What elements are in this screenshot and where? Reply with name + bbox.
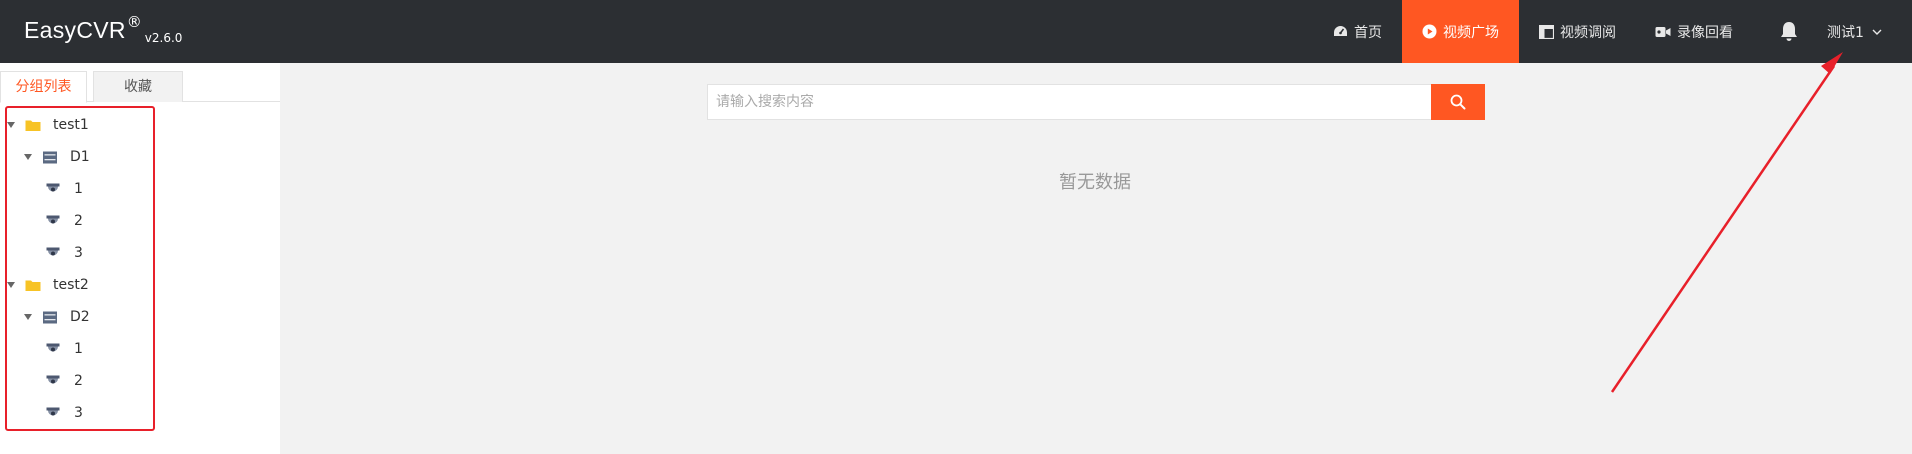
tree-device-node[interactable]: D2 [24, 301, 90, 333]
tree-group-label: test2 [53, 277, 89, 293]
server-icon [43, 151, 57, 163]
tree-device-label: D2 [70, 309, 90, 325]
app-version: v2.6.0 [144, 31, 183, 45]
tree-channel-label: 3 [74, 245, 83, 261]
dome-camera-icon [46, 215, 60, 224]
annotation-arrow [1610, 52, 1843, 393]
nav-video-call[interactable]: 视频调阅 [1539, 0, 1624, 63]
nav-home-label: 首页 [1354, 24, 1382, 41]
tree-channel-label: 3 [74, 405, 83, 421]
nav-home[interactable]: 首页 [1333, 0, 1388, 63]
app-name: EasyCVR [24, 17, 126, 43]
tree-channel-node[interactable]: 3 [46, 397, 83, 429]
dome-camera-icon [46, 375, 60, 384]
tab-favorites[interactable]: 收藏 [93, 71, 183, 102]
user-name: 测试1 [1827, 24, 1864, 41]
search-icon [1450, 94, 1466, 110]
folder-icon [25, 120, 41, 131]
tree-channel-node[interactable]: 2 [46, 365, 83, 397]
tree-channel-label: 1 [74, 181, 83, 197]
dome-camera-icon [46, 183, 60, 192]
dome-camera-icon [46, 407, 60, 416]
tree-channel-node[interactable]: 3 [46, 237, 83, 269]
folder-icon [25, 280, 41, 291]
nav-video-call-label: 视频调阅 [1560, 24, 1616, 41]
tree-channel-label: 2 [74, 373, 83, 389]
caret-down-icon[interactable] [7, 282, 15, 288]
user-menu[interactable]: 测试1 [1827, 0, 1882, 63]
empty-state-text: 暂无数据 [1059, 172, 1131, 193]
nav-video-square-label: 视频广场 [1443, 24, 1499, 41]
search-button[interactable] [1431, 84, 1485, 120]
tree-group-node[interactable]: test2 [7, 269, 89, 301]
caret-down-icon[interactable] [24, 154, 32, 160]
dome-camera-icon [46, 343, 60, 352]
layout-icon [1539, 24, 1554, 39]
tree-channel-node[interactable]: 1 [46, 333, 83, 365]
tree-channel-node[interactable]: 1 [46, 173, 83, 205]
nav-playback[interactable]: 录像回看 [1655, 0, 1740, 63]
bell-icon[interactable] [1780, 21, 1798, 42]
dashboard-icon [1334, 26, 1347, 36]
tab-group-list[interactable]: 分组列表 [0, 71, 87, 103]
chevron-down-icon [1872, 29, 1882, 35]
caret-down-icon[interactable] [24, 314, 32, 320]
top-header: EasyCVR ® v2.6.0 首页 视频广场 视频调阅 录像回看 测试1 [0, 0, 1912, 63]
search-input[interactable] [707, 84, 1432, 120]
sidebar-tabs: 分组列表 收藏 [0, 67, 280, 103]
tree-group-node[interactable]: test1 [7, 109, 89, 141]
app-logo[interactable]: EasyCVR ® v2.6.0 [24, 13, 183, 45]
server-icon [43, 311, 57, 323]
tree-channel-label: 1 [74, 341, 83, 357]
video-camera-icon [1655, 26, 1671, 37]
nav-playback-label: 录像回看 [1677, 24, 1733, 41]
nav-video-square[interactable]: 视频广场 [1402, 0, 1519, 63]
tree-channel-node[interactable]: 2 [46, 205, 83, 237]
tree-group-label: test1 [53, 117, 89, 133]
tree-device-node[interactable]: D1 [24, 141, 90, 173]
tree-device-label: D1 [70, 149, 90, 165]
play-circle-icon [1422, 24, 1437, 39]
registered-mark: ® [126, 13, 142, 31]
caret-down-icon[interactable] [7, 122, 15, 128]
tree-channel-label: 2 [74, 213, 83, 229]
dome-camera-icon [46, 247, 60, 256]
